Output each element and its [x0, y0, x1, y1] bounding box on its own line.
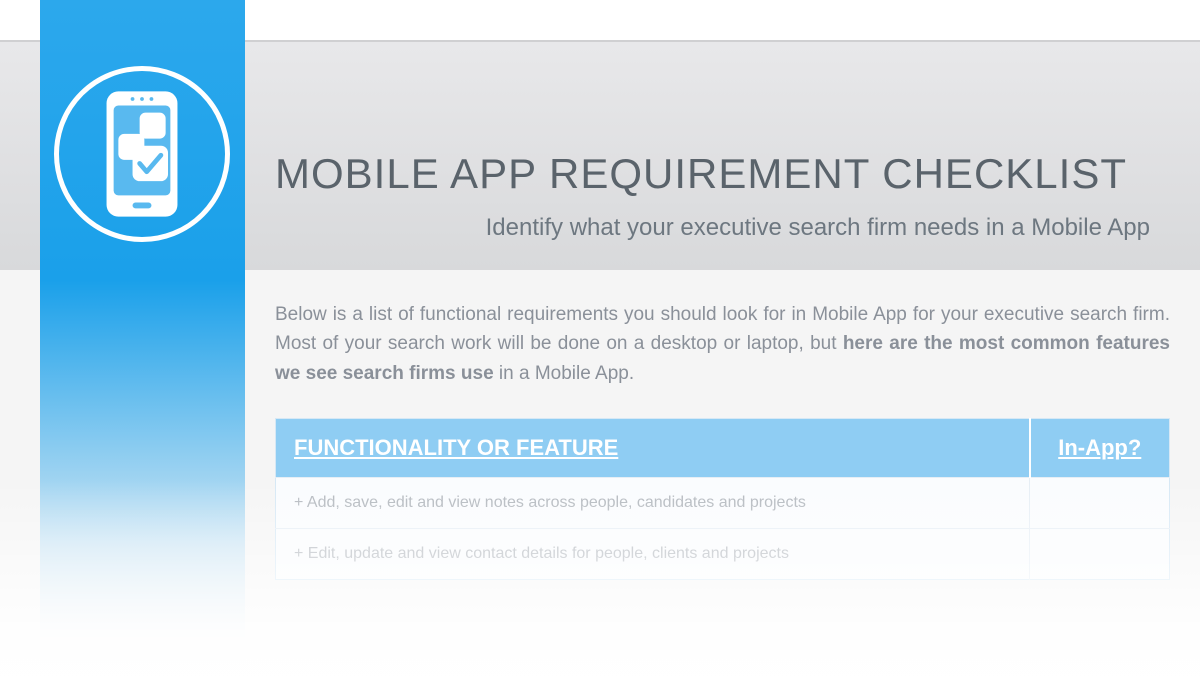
hero-icon-circle — [54, 66, 230, 242]
intro-text-2: in a Mobile App. — [494, 363, 634, 384]
mobile-apps-icon — [92, 89, 192, 219]
page-subtitle: Identify what your executive search firm… — [275, 214, 1180, 242]
feature-cell: + Add, save, edit and view notes across … — [276, 478, 1030, 529]
page-title: MOBILE APP REQUIREMENT CHECKLIST — [275, 150, 1180, 198]
content-area: Below is a list of functional requiremen… — [275, 300, 1170, 580]
table-row: + Edit, update and view contact details … — [276, 529, 1170, 580]
table-header-row: FUNCTIONALITY OR FEATURE In-App? — [276, 419, 1170, 478]
feature-cell: + Edit, update and view contact details … — [276, 529, 1030, 580]
intro-paragraph: Below is a list of functional requiremen… — [275, 300, 1170, 388]
inapp-cell — [1030, 529, 1170, 580]
title-block: MOBILE APP REQUIREMENT CHECKLIST Identif… — [275, 150, 1180, 242]
col-header-inapp: In-App? — [1030, 419, 1170, 478]
col-header-feature: FUNCTIONALITY OR FEATURE — [276, 419, 1030, 478]
table-row: + Add, save, edit and view notes across … — [276, 478, 1170, 529]
requirements-table: FUNCTIONALITY OR FEATURE In-App? + Add, … — [275, 418, 1170, 580]
inapp-cell — [1030, 478, 1170, 529]
